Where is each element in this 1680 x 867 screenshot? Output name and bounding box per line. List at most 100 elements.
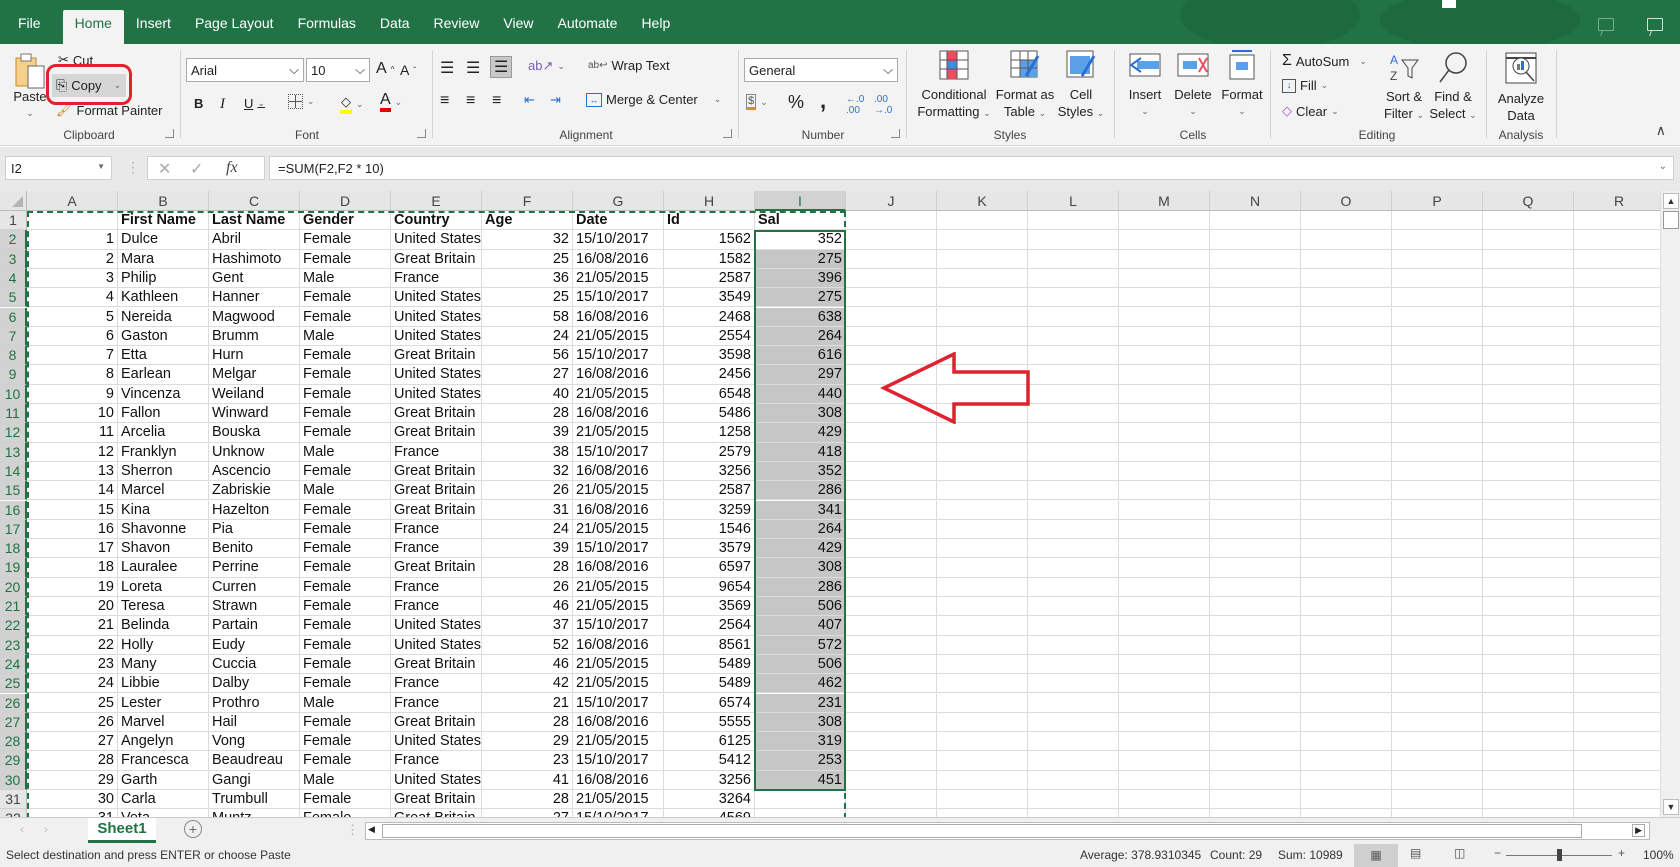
table-cell[interactable] [1574,694,1660,713]
table-cell[interactable]: Female [300,597,391,617]
normal-view-icon[interactable]: ▦ [1354,844,1398,867]
scroll-up-icon[interactable]: ▲ [1663,193,1679,209]
tab-review[interactable]: Review [422,10,492,44]
column-header-n[interactable]: N [1210,191,1301,211]
table-cell[interactable] [1574,520,1660,540]
column-header-l[interactable]: L [1028,191,1119,211]
align-center-button[interactable]: ≡ [466,92,475,110]
table-cell[interactable] [937,732,1028,752]
table-cell[interactable] [846,693,937,713]
row-header[interactable]: 28 [0,732,27,752]
table-cell[interactable] [846,712,937,733]
insert-cells-button[interactable]: Insert ⌄ [1122,48,1168,120]
table-cell[interactable]: Female [300,674,391,694]
table-cell[interactable]: Male [300,442,391,462]
header-cell[interactable]: First Name [118,211,209,231]
table-cell[interactable]: Female [300,307,391,327]
table-cell[interactable]: Strawn [209,597,300,617]
table-cell[interactable] [1210,577,1301,597]
table-cell[interactable]: 21/05/2015 [573,654,664,675]
table-cell[interactable] [1119,558,1210,578]
table-cell[interactable] [937,539,1028,559]
table-cell[interactable]: United States [391,288,482,308]
table-cell[interactable]: Unknow [209,442,300,462]
table-cell[interactable] [846,539,937,559]
table-cell[interactable]: Earlean [118,365,209,385]
table-cell[interactable]: 506 [755,654,846,675]
table-cell[interactable] [1028,732,1119,752]
font-color-button[interactable]: A ⌄ [380,92,402,112]
table-cell[interactable]: 3549 [664,288,755,308]
paste-button[interactable]: Paste ⌄ [10,50,50,122]
table-cell[interactable]: Zabriskie [209,481,300,501]
table-cell[interactable]: 21/05/2015 [573,268,664,289]
table-cell[interactable] [1119,732,1210,752]
table-cell[interactable]: 21/05/2015 [573,790,664,810]
table-cell[interactable]: United States [391,770,482,790]
row-header[interactable]: 32 [0,809,27,817]
table-cell[interactable]: 14 [27,481,118,501]
table-cell[interactable]: Perrine [209,558,300,578]
table-cell[interactable] [1210,481,1301,501]
table-cell[interactable]: 4 [27,288,118,308]
bold-button[interactable]: B [194,96,203,111]
table-cell[interactable]: 264 [755,519,846,540]
table-cell[interactable] [846,268,937,289]
table-cell[interactable]: 24 [482,326,573,347]
table-cell[interactable]: 16/08/2016 [573,404,664,424]
format-painter-button[interactable]: 🖌 Format Painter [56,102,163,118]
table-cell[interactable] [1574,501,1660,520]
table-cell[interactable]: Gent [209,268,300,289]
table-cell[interactable] [1210,384,1301,404]
header-cell[interactable] [937,211,1028,231]
table-cell[interactable] [1301,712,1392,733]
table-cell[interactable]: United States [391,230,482,250]
table-cell[interactable] [1483,674,1574,694]
column-header-q[interactable]: Q [1483,191,1574,211]
table-cell[interactable] [1483,404,1574,424]
table-cell[interactable] [1210,461,1301,482]
table-cell[interactable]: Fallon [118,404,209,424]
table-cell[interactable] [1392,558,1483,578]
header-cell[interactable] [1210,211,1301,231]
tab-view[interactable]: View [491,10,545,44]
table-cell[interactable]: Melgar [209,365,300,385]
header-cell[interactable]: Age [482,211,573,231]
table-cell[interactable] [1119,481,1210,501]
table-cell[interactable]: 451 [755,770,846,790]
table-cell[interactable] [1301,384,1392,404]
table-cell[interactable]: 2468 [664,307,755,327]
table-cell[interactable] [1392,635,1483,655]
table-cell[interactable]: France [391,519,482,540]
table-cell[interactable]: Ascencio [209,461,300,482]
table-cell[interactable] [1574,365,1660,385]
table-cell[interactable]: Kathleen [118,288,209,308]
table-cell[interactable] [1574,346,1660,366]
table-cell[interactable]: Benito [209,539,300,559]
scroll-thumb[interactable] [1663,211,1679,229]
table-cell[interactable] [1028,481,1119,501]
next-sheet-icon[interactable]: › [44,822,48,836]
table-cell[interactable] [1119,249,1210,269]
table-cell[interactable] [1210,249,1301,269]
table-cell[interactable]: Mara [118,249,209,269]
table-cell[interactable] [1119,539,1210,559]
row-header[interactable]: 17 [0,519,27,540]
decrease-font-button[interactable]: Aˇ [400,62,416,78]
table-cell[interactable] [1028,346,1119,366]
table-cell[interactable]: Female [300,461,391,482]
table-cell[interactable]: Veta [118,809,209,817]
zoom-slider-thumb[interactable] [1557,849,1562,861]
table-cell[interactable]: Great Britain [391,654,482,675]
table-cell[interactable] [1392,365,1483,385]
table-cell[interactable] [937,500,1028,520]
table-cell[interactable]: 1258 [664,423,755,443]
column-header-e[interactable]: E [391,191,482,211]
table-cell[interactable] [1028,654,1119,675]
table-cell[interactable] [1574,288,1660,308]
table-cell[interactable]: 5555 [664,712,755,733]
table-cell[interactable] [1301,423,1392,443]
table-cell[interactable] [846,770,937,790]
table-cell[interactable] [846,461,937,482]
table-cell[interactable] [1574,636,1660,655]
